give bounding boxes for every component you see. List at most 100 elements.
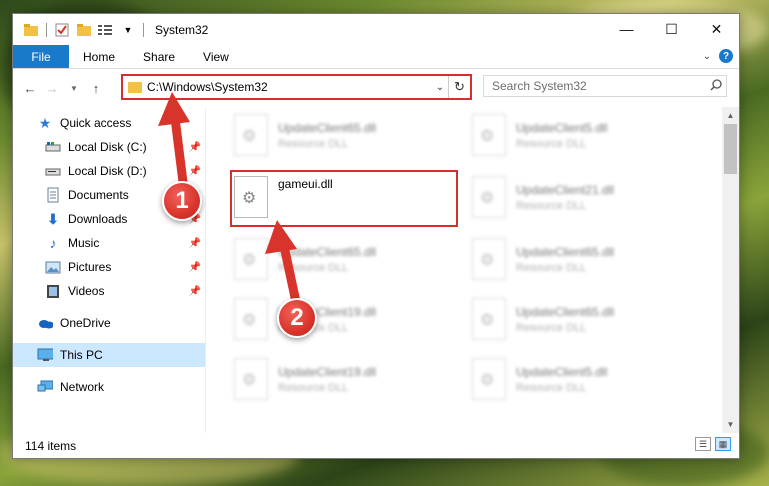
- file-item[interactable]: ⚙ UpdateClient65.dll Resource DLL: [234, 233, 454, 285]
- properties-icon[interactable]: [52, 20, 72, 40]
- dll-file-icon: ⚙: [472, 238, 506, 280]
- customize-toolbar-icon[interactable]: [96, 20, 116, 40]
- new-folder-icon[interactable]: [74, 20, 94, 40]
- network-icon: [37, 379, 53, 395]
- search-box[interactable]: [483, 75, 727, 97]
- highlight-box: [230, 170, 458, 227]
- scroll-down-icon[interactable]: ▼: [722, 416, 739, 433]
- download-icon: ⬇: [47, 210, 59, 227]
- file-item[interactable]: ⚙ UpdateClient5.dll Resource DLL: [472, 109, 692, 161]
- main-content: ★ Quick access Local Disk (C:) 📌 Local D…: [13, 107, 739, 433]
- folder-icon: [21, 20, 41, 40]
- file-name: UpdateClient21.dll: [516, 182, 615, 197]
- maximize-button[interactable]: ☐: [649, 14, 694, 44]
- music-icon: ♪: [49, 235, 57, 251]
- sidebar-item-onedrive[interactable]: OneDrive: [13, 311, 205, 335]
- sidebar-item-label: Local Disk (C:): [68, 140, 147, 154]
- scrollbar-thumb[interactable]: [724, 124, 737, 174]
- scroll-up-icon[interactable]: ▲: [722, 107, 739, 124]
- details-view-icon[interactable]: ☰: [695, 437, 711, 451]
- file-item[interactable]: ⚙ UpdateClient21.dll Resource DLL: [472, 171, 692, 223]
- pin-icon[interactable]: 📌: [189, 166, 201, 177]
- file-item[interactable]: ⚙ UpdateClient65.dll Resource DLL: [234, 109, 454, 161]
- explorer-window: ▼ System32 — ☐ ✕ File Home Share View ⌄ …: [12, 13, 740, 459]
- sidebar-item-label: Music: [68, 236, 100, 250]
- ribbon-tabs: File Home Share View ⌄ ?: [13, 45, 739, 69]
- sidebar-item-network[interactable]: Network: [13, 375, 205, 399]
- file-name: UpdateClient5.dll: [516, 364, 608, 379]
- address-bar[interactable]: C:\Windows\System32 ⌄ ↻: [121, 74, 472, 100]
- back-button[interactable]: ←: [19, 76, 41, 100]
- file-name: UpdateClient19.dll: [278, 364, 377, 379]
- tab-home[interactable]: Home: [69, 45, 129, 68]
- refresh-icon[interactable]: ↻: [448, 76, 470, 98]
- sidebar-item-label: Network: [60, 380, 105, 394]
- file-item[interactable]: ⚙ UpdateClient19.dllResource DLL: [234, 353, 454, 405]
- file-description: Resource DLL: [516, 321, 587, 334]
- sidebar-item-local-disk-c[interactable]: Local Disk (C:) 📌: [13, 135, 205, 159]
- file-item[interactable]: ⚙ UpdateClient19.dllResource DLL: [234, 293, 454, 345]
- status-bar: 114 items ☰ ▦: [13, 433, 739, 458]
- sidebar-item-pictures[interactable]: Pictures 📌: [13, 255, 205, 279]
- forward-button[interactable]: →: [41, 76, 63, 100]
- minimize-button[interactable]: —: [604, 14, 649, 44]
- file-list: ⚙ UpdateClient65.dll Resource DLL ⚙ gameu…: [206, 107, 739, 433]
- documents-icon: [45, 187, 61, 203]
- up-button[interactable]: ↑: [85, 76, 107, 100]
- tab-share[interactable]: Share: [129, 45, 189, 68]
- dll-file-icon: ⚙: [472, 358, 506, 400]
- step-marker-1: 1: [162, 181, 202, 221]
- pictures-icon: [45, 259, 61, 275]
- pin-icon[interactable]: 📌: [189, 262, 201, 273]
- large-icons-view-icon[interactable]: ▦: [715, 437, 731, 451]
- sidebar-item-label: Pictures: [68, 260, 112, 274]
- chevron-down-icon[interactable]: ▼: [118, 20, 138, 40]
- file-item[interactable]: ⚙ UpdateClient65.dll Resource DLL: [472, 293, 692, 345]
- sidebar-item-quick-access[interactable]: ★ Quick access: [13, 111, 205, 135]
- pin-icon[interactable]: 📌: [189, 286, 201, 297]
- sidebar-item-label: Documents: [68, 188, 129, 202]
- search-input[interactable]: [492, 79, 706, 93]
- navigation-pane: ★ Quick access Local Disk (C:) 📌 Local D…: [13, 107, 206, 433]
- divider: [46, 22, 47, 37]
- sidebar-item-label: OneDrive: [60, 316, 111, 330]
- address-path[interactable]: C:\Windows\System32: [147, 80, 432, 94]
- file-item[interactable]: ⚙ UpdateClient65.dll Resource DLL: [472, 233, 692, 285]
- navigation-row: ← → ▼ ↑ C:\Windows\System32 ⌄ ↻: [13, 69, 739, 107]
- sidebar-item-this-pc[interactable]: This PC: [13, 343, 205, 367]
- help-icon[interactable]: ?: [719, 49, 733, 63]
- sidebar-item-videos[interactable]: Videos 📌: [13, 279, 205, 303]
- divider: [143, 22, 144, 37]
- cloud-icon: [37, 315, 53, 331]
- file-description: Resource DLL: [278, 137, 349, 150]
- file-description: Resource DLL: [516, 261, 587, 274]
- file-description: Resource DLL: [516, 137, 587, 150]
- star-icon: ★: [38, 114, 52, 131]
- tab-view[interactable]: View: [189, 45, 243, 68]
- pin-icon[interactable]: 📌: [189, 142, 201, 153]
- recent-locations-icon[interactable]: ▼: [63, 76, 85, 100]
- search-icon[interactable]: [706, 78, 726, 94]
- sidebar-item-label: This PC: [60, 348, 103, 362]
- folder-icon: [128, 81, 142, 93]
- close-button[interactable]: ✕: [694, 14, 739, 44]
- title-bar: ▼ System32 — ☐ ✕: [13, 14, 739, 45]
- expand-ribbon-icon[interactable]: ⌄: [703, 51, 711, 62]
- tab-file[interactable]: File: [13, 45, 69, 68]
- window-title: System32: [155, 22, 209, 37]
- item-count: 114 items: [25, 438, 77, 453]
- step-marker-2: 2: [277, 298, 317, 338]
- chevron-down-icon[interactable]: ⌄: [432, 82, 448, 93]
- drive-icon: [45, 163, 61, 179]
- vertical-scrollbar[interactable]: ▲ ▼: [722, 107, 739, 433]
- dll-file-icon: ⚙: [234, 114, 268, 156]
- dll-file-icon: ⚙: [472, 176, 506, 218]
- dll-file-icon: ⚙: [234, 238, 268, 280]
- sidebar-item-local-disk-d[interactable]: Local Disk (D:) 📌: [13, 159, 205, 183]
- file-item[interactable]: ⚙ UpdateClient5.dll Resource DLL: [472, 353, 692, 405]
- sidebar-item-music[interactable]: ♪ Music 📌: [13, 231, 205, 255]
- pin-icon[interactable]: 📌: [189, 238, 201, 249]
- file-description: Resource DLL: [278, 261, 349, 274]
- sidebar-item-label: Quick access: [60, 116, 132, 130]
- view-toggle: ☰ ▦: [695, 437, 731, 451]
